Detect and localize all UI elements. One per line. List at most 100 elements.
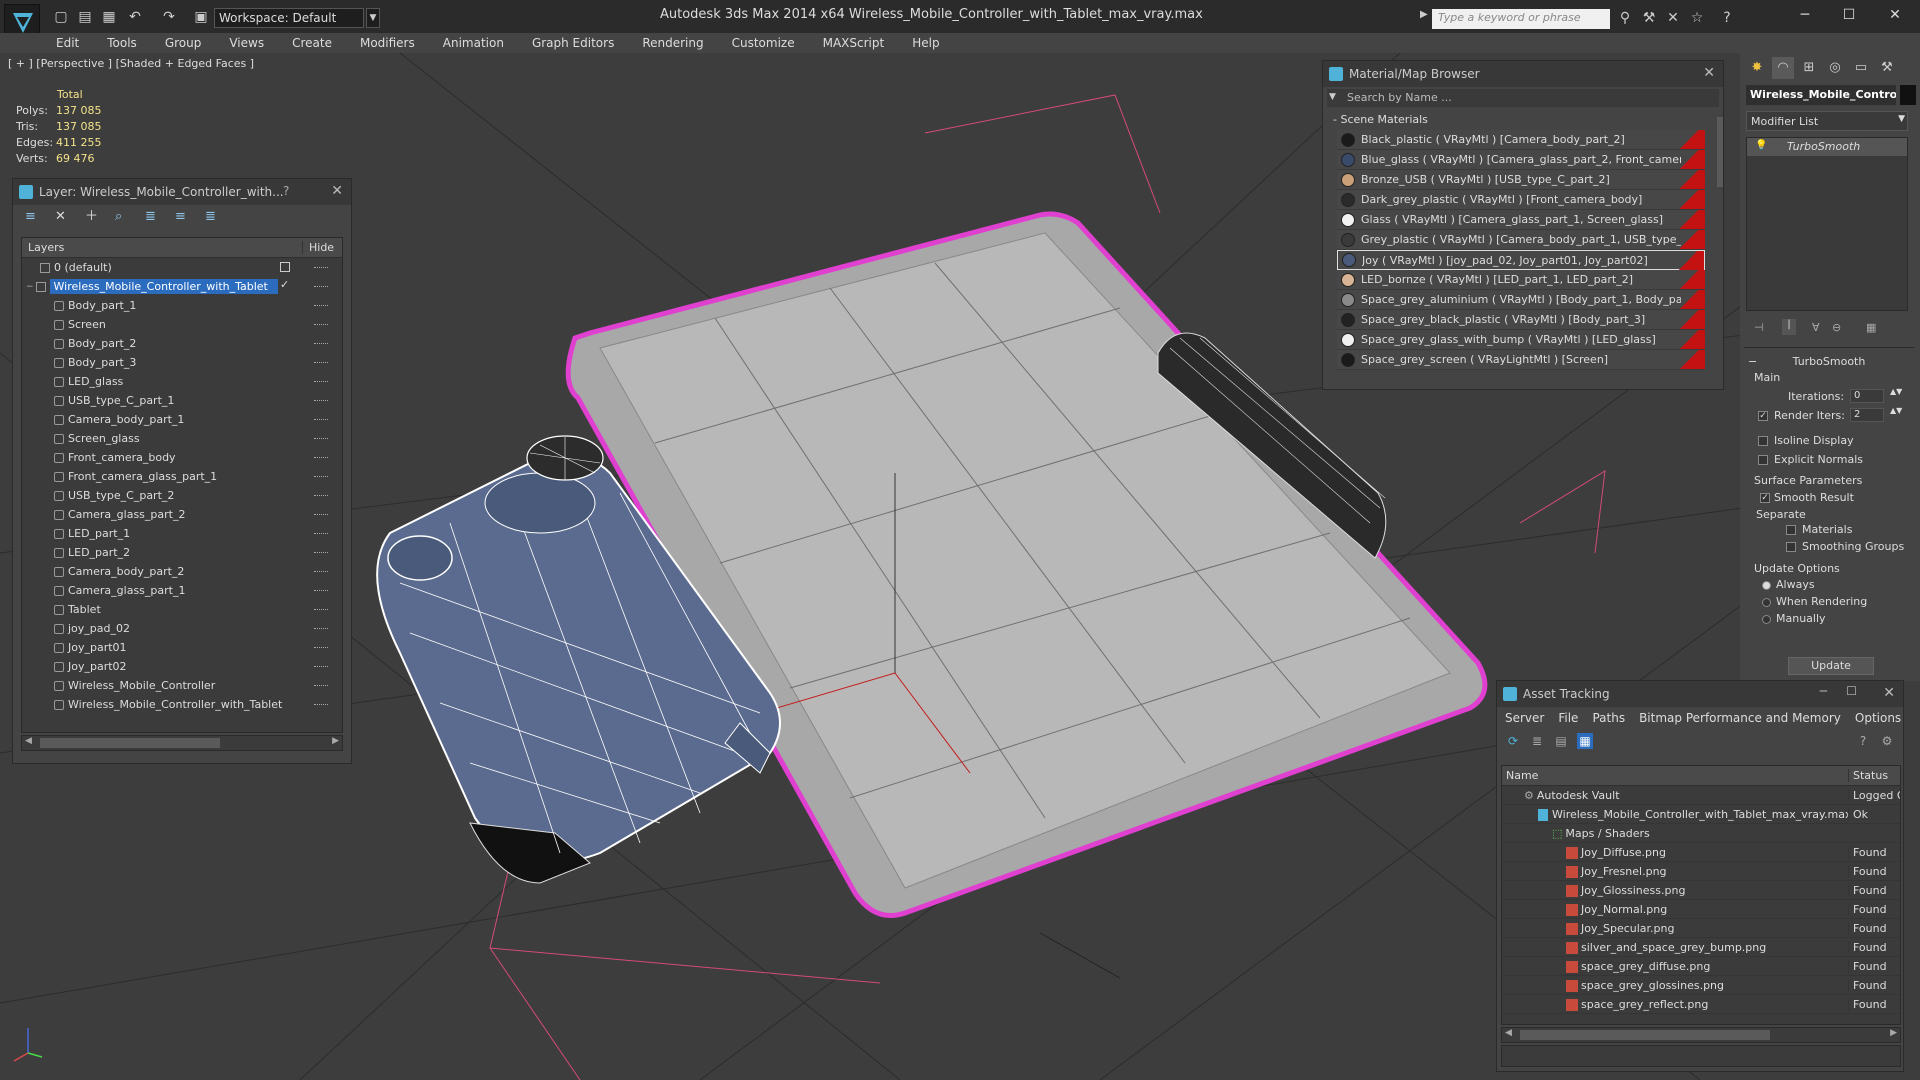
asset-row[interactable]: space_grey_diffuse.png Found (1502, 957, 1900, 976)
hide-toggle[interactable] (314, 419, 328, 420)
layer-panel-close-icon[interactable]: ✕ (331, 183, 343, 199)
turbosmooth-rollout-header[interactable]: − TurboSmooth (1744, 355, 1914, 368)
scroll-left-icon[interactable]: ◀ (1505, 1028, 1512, 1038)
layer-horizontal-scrollbar[interactable]: ◀ ▶ (21, 735, 343, 751)
current-layer-checkbox[interactable] (280, 262, 290, 272)
layer-object-row[interactable]: USB_type_C_part_2 (22, 486, 342, 505)
lightbulb-icon[interactable]: 💡 (1755, 140, 1767, 151)
asset-menu-server[interactable]: Server (1505, 711, 1544, 725)
search-options-chevron-icon[interactable]: ▼ (1329, 92, 1336, 102)
menu-rendering[interactable]: Rendering (642, 36, 703, 50)
hide-toggle[interactable] (314, 381, 328, 382)
layer-object-row[interactable]: Camera_body_part_1 (22, 410, 342, 429)
highlight-layer-icon[interactable]: ≣ (145, 209, 163, 225)
object-name-field[interactable]: Wireless_Mobile_Control (1746, 85, 1896, 105)
material-row[interactable]: Space_grey_aluminium ( VRayMtl ) [Body_p… (1337, 290, 1705, 310)
material-row[interactable]: Space_grey_glass_with_bump ( VRayMtl ) [… (1337, 330, 1705, 350)
col-layers[interactable]: Layers (22, 241, 302, 254)
menu-graph-editors[interactable]: Graph Editors (532, 36, 614, 50)
hide-toggle[interactable] (314, 704, 328, 705)
asset-horizontal-scrollbar[interactable]: ◀ ▶ (1501, 1027, 1901, 1043)
hide-toggle[interactable] (314, 647, 328, 648)
menu-modifiers[interactable]: Modifiers (360, 36, 415, 50)
iterations-spinner[interactable]: 0 (1850, 389, 1884, 403)
hide-toggle[interactable] (314, 324, 328, 325)
asset-row[interactable]: ⬚ Maps / Shaders (1502, 824, 1900, 843)
asset-menu-options[interactable]: Options (1855, 711, 1901, 725)
layer-object-row[interactable]: LED_glass (22, 372, 342, 391)
menu-customize[interactable]: Customize (732, 36, 795, 50)
menu-tools[interactable]: Tools (107, 36, 137, 50)
layer-object-row[interactable]: Tablet (22, 600, 342, 619)
asset-row[interactable]: Joy_Fresnel.png Found (1502, 862, 1900, 881)
table-view-icon[interactable]: ▤ (1553, 733, 1569, 749)
communication-icon[interactable]: ✕ (1664, 9, 1682, 27)
hide-toggle[interactable] (314, 457, 328, 458)
render-iters-spinner[interactable]: 2 (1850, 408, 1884, 422)
separate-materials-checkbox[interactable] (1786, 525, 1796, 535)
menu-views[interactable]: Views (229, 36, 264, 50)
update-always-radio[interactable] (1762, 581, 1771, 590)
asset-row[interactable]: silver_and_space_grey_bump.png Found (1502, 938, 1900, 957)
material-row[interactable]: Grey_plastic ( VRayMtl ) [Camera_body_pa… (1337, 230, 1705, 250)
delete-layer-icon[interactable]: ✕ (55, 209, 73, 225)
asset-row[interactable]: Wireless_Mobile_Controller_with_Tablet_m… (1502, 805, 1900, 824)
material-row[interactable]: Space_grey_black_plastic ( VRayMtl ) [Bo… (1337, 310, 1705, 330)
current-layer-checkmark-icon[interactable]: ✓ (280, 278, 289, 291)
minimize-button[interactable]: ─ (1790, 4, 1820, 26)
material-row[interactable]: Space_grey_screen ( VRayLightMtl ) [Scre… (1337, 350, 1705, 370)
asset-menu-paths[interactable]: Paths (1592, 711, 1625, 725)
asset-tracking-titlebar[interactable]: Asset Tracking ─ ☐ ✕ (1497, 681, 1903, 707)
hide-toggle[interactable] (314, 343, 328, 344)
explicit-normals-checkbox[interactable] (1758, 455, 1768, 465)
workspace-dropdown[interactable]: Workspace: Default (214, 8, 364, 28)
menu-create[interactable]: Create (292, 36, 332, 50)
new-file-icon[interactable]: ▢ (52, 8, 70, 26)
grid-view-icon[interactable]: ▦ (1577, 733, 1593, 749)
asset-close-icon[interactable]: ✕ (1883, 685, 1895, 701)
hide-toggle[interactable] (314, 609, 328, 610)
render-iters-checkbox[interactable]: ✓ (1758, 411, 1768, 421)
modify-tab-icon[interactable]: ◠ (1772, 57, 1794, 79)
hide-toggle[interactable] (314, 495, 328, 496)
update-when-rendering-radio[interactable] (1762, 598, 1771, 607)
project-folder-icon[interactable]: ▣ (192, 8, 210, 26)
material-row[interactable]: Dark_grey_plastic ( VRayMtl ) [Front_cam… (1337, 190, 1705, 210)
hide-toggle[interactable] (314, 571, 328, 572)
asset-minimize-icon[interactable]: ─ (1820, 684, 1827, 698)
motion-tab-icon[interactable]: ◎ (1824, 57, 1846, 79)
update-button[interactable]: Update (1788, 657, 1874, 675)
layer-object-row[interactable]: Front_camera_body (22, 448, 342, 467)
layer-object-row[interactable]: Camera_body_part_2 (22, 562, 342, 581)
hide-all-layers-icon[interactable]: ≡ (175, 209, 193, 225)
col-status[interactable]: Status (1848, 769, 1900, 782)
layer-object-row[interactable]: Body_part_2 (22, 334, 342, 353)
separate-smoothing-groups-checkbox[interactable] (1786, 542, 1796, 552)
hide-toggle[interactable] (314, 438, 328, 439)
layer-object-row[interactable]: Body_part_1 (22, 296, 342, 315)
save-file-icon[interactable]: ▦ (100, 8, 118, 26)
layer-object-row[interactable]: Joy_part01 (22, 638, 342, 657)
redo-icon[interactable]: ↷ (160, 8, 178, 26)
layer-object-row[interactable]: Body_part_3 (22, 353, 342, 372)
smooth-result-checkbox[interactable]: ✓ (1760, 493, 1770, 503)
material-row[interactable]: Black_plastic ( VRayMtl ) [Camera_body_p… (1337, 130, 1705, 150)
asset-row[interactable]: space_grey_reflect.png Found (1502, 995, 1900, 1014)
hide-toggle[interactable] (314, 305, 328, 306)
asset-row[interactable]: Joy_Diffuse.png Found (1502, 843, 1900, 862)
hide-toggle[interactable] (314, 267, 328, 268)
modifier-stack-item[interactable]: 💡 TurboSmooth (1747, 138, 1907, 156)
subscription-icon[interactable]: ⚒ (1640, 9, 1658, 27)
hide-toggle[interactable] (314, 628, 328, 629)
search-input[interactable]: Type a keyword or phrase (1432, 9, 1610, 29)
undo-icon[interactable]: ↶ (126, 8, 144, 26)
material-row[interactable]: Joy ( VRayMtl ) [joy_pad_02, Joy_part01,… (1337, 250, 1705, 270)
help-icon[interactable]: ? (1718, 9, 1736, 27)
asset-row[interactable]: Joy_Glossiness.png Found (1502, 881, 1900, 900)
scroll-right-icon[interactable]: ▶ (1890, 1028, 1897, 1038)
material-browser-titlebar[interactable]: Material/Map Browser ✕ (1323, 61, 1723, 87)
layer-object-row[interactable]: Camera_glass_part_1 (22, 581, 342, 600)
maximize-button[interactable]: ☐ (1834, 4, 1864, 26)
select-objects-icon[interactable]: ⌕ (115, 209, 133, 225)
open-file-icon[interactable]: ▤ (76, 8, 94, 26)
